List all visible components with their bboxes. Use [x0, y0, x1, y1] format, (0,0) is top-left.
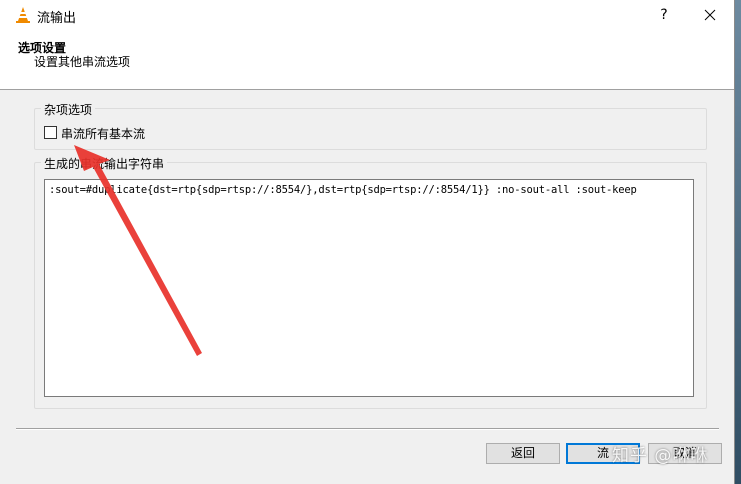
close-icon: [704, 9, 716, 21]
sout-string-value: :sout=#duplicate{dst=rtp{sdp=rtsp://:855…: [49, 184, 637, 196]
output-string-title: 生成的串流输出字符串: [41, 155, 168, 172]
misc-options-title: 杂项选项: [41, 101, 96, 118]
window-title: 流输出: [37, 11, 77, 26]
close-button[interactable]: [690, 2, 730, 29]
help-button[interactable]: ?: [646, 2, 682, 29]
footer-divider: [16, 428, 719, 430]
back-button[interactable]: 返回: [486, 443, 560, 464]
sout-string-textarea[interactable]: :sout=#duplicate{dst=rtp{sdp=rtsp://:855…: [44, 179, 694, 397]
stream-output-dialog: 流输出 ? 选项设置 设置其他串流选项 杂项选项 串流所有基本流 生成的串流输出…: [0, 0, 735, 484]
stream-all-es-label[interactable]: 串流所有基本流: [61, 125, 145, 142]
title-bar: 流输出 ?: [0, 0, 734, 31]
wizard-header: 选项设置 设置其他串流选项: [0, 31, 734, 90]
stream-all-es-checkbox[interactable]: [44, 126, 57, 139]
watermark: 知乎 @咻咻: [612, 446, 709, 466]
vlc-cone-icon: [14, 6, 32, 24]
page-subtitle: 设置其他串流选项: [34, 55, 131, 69]
